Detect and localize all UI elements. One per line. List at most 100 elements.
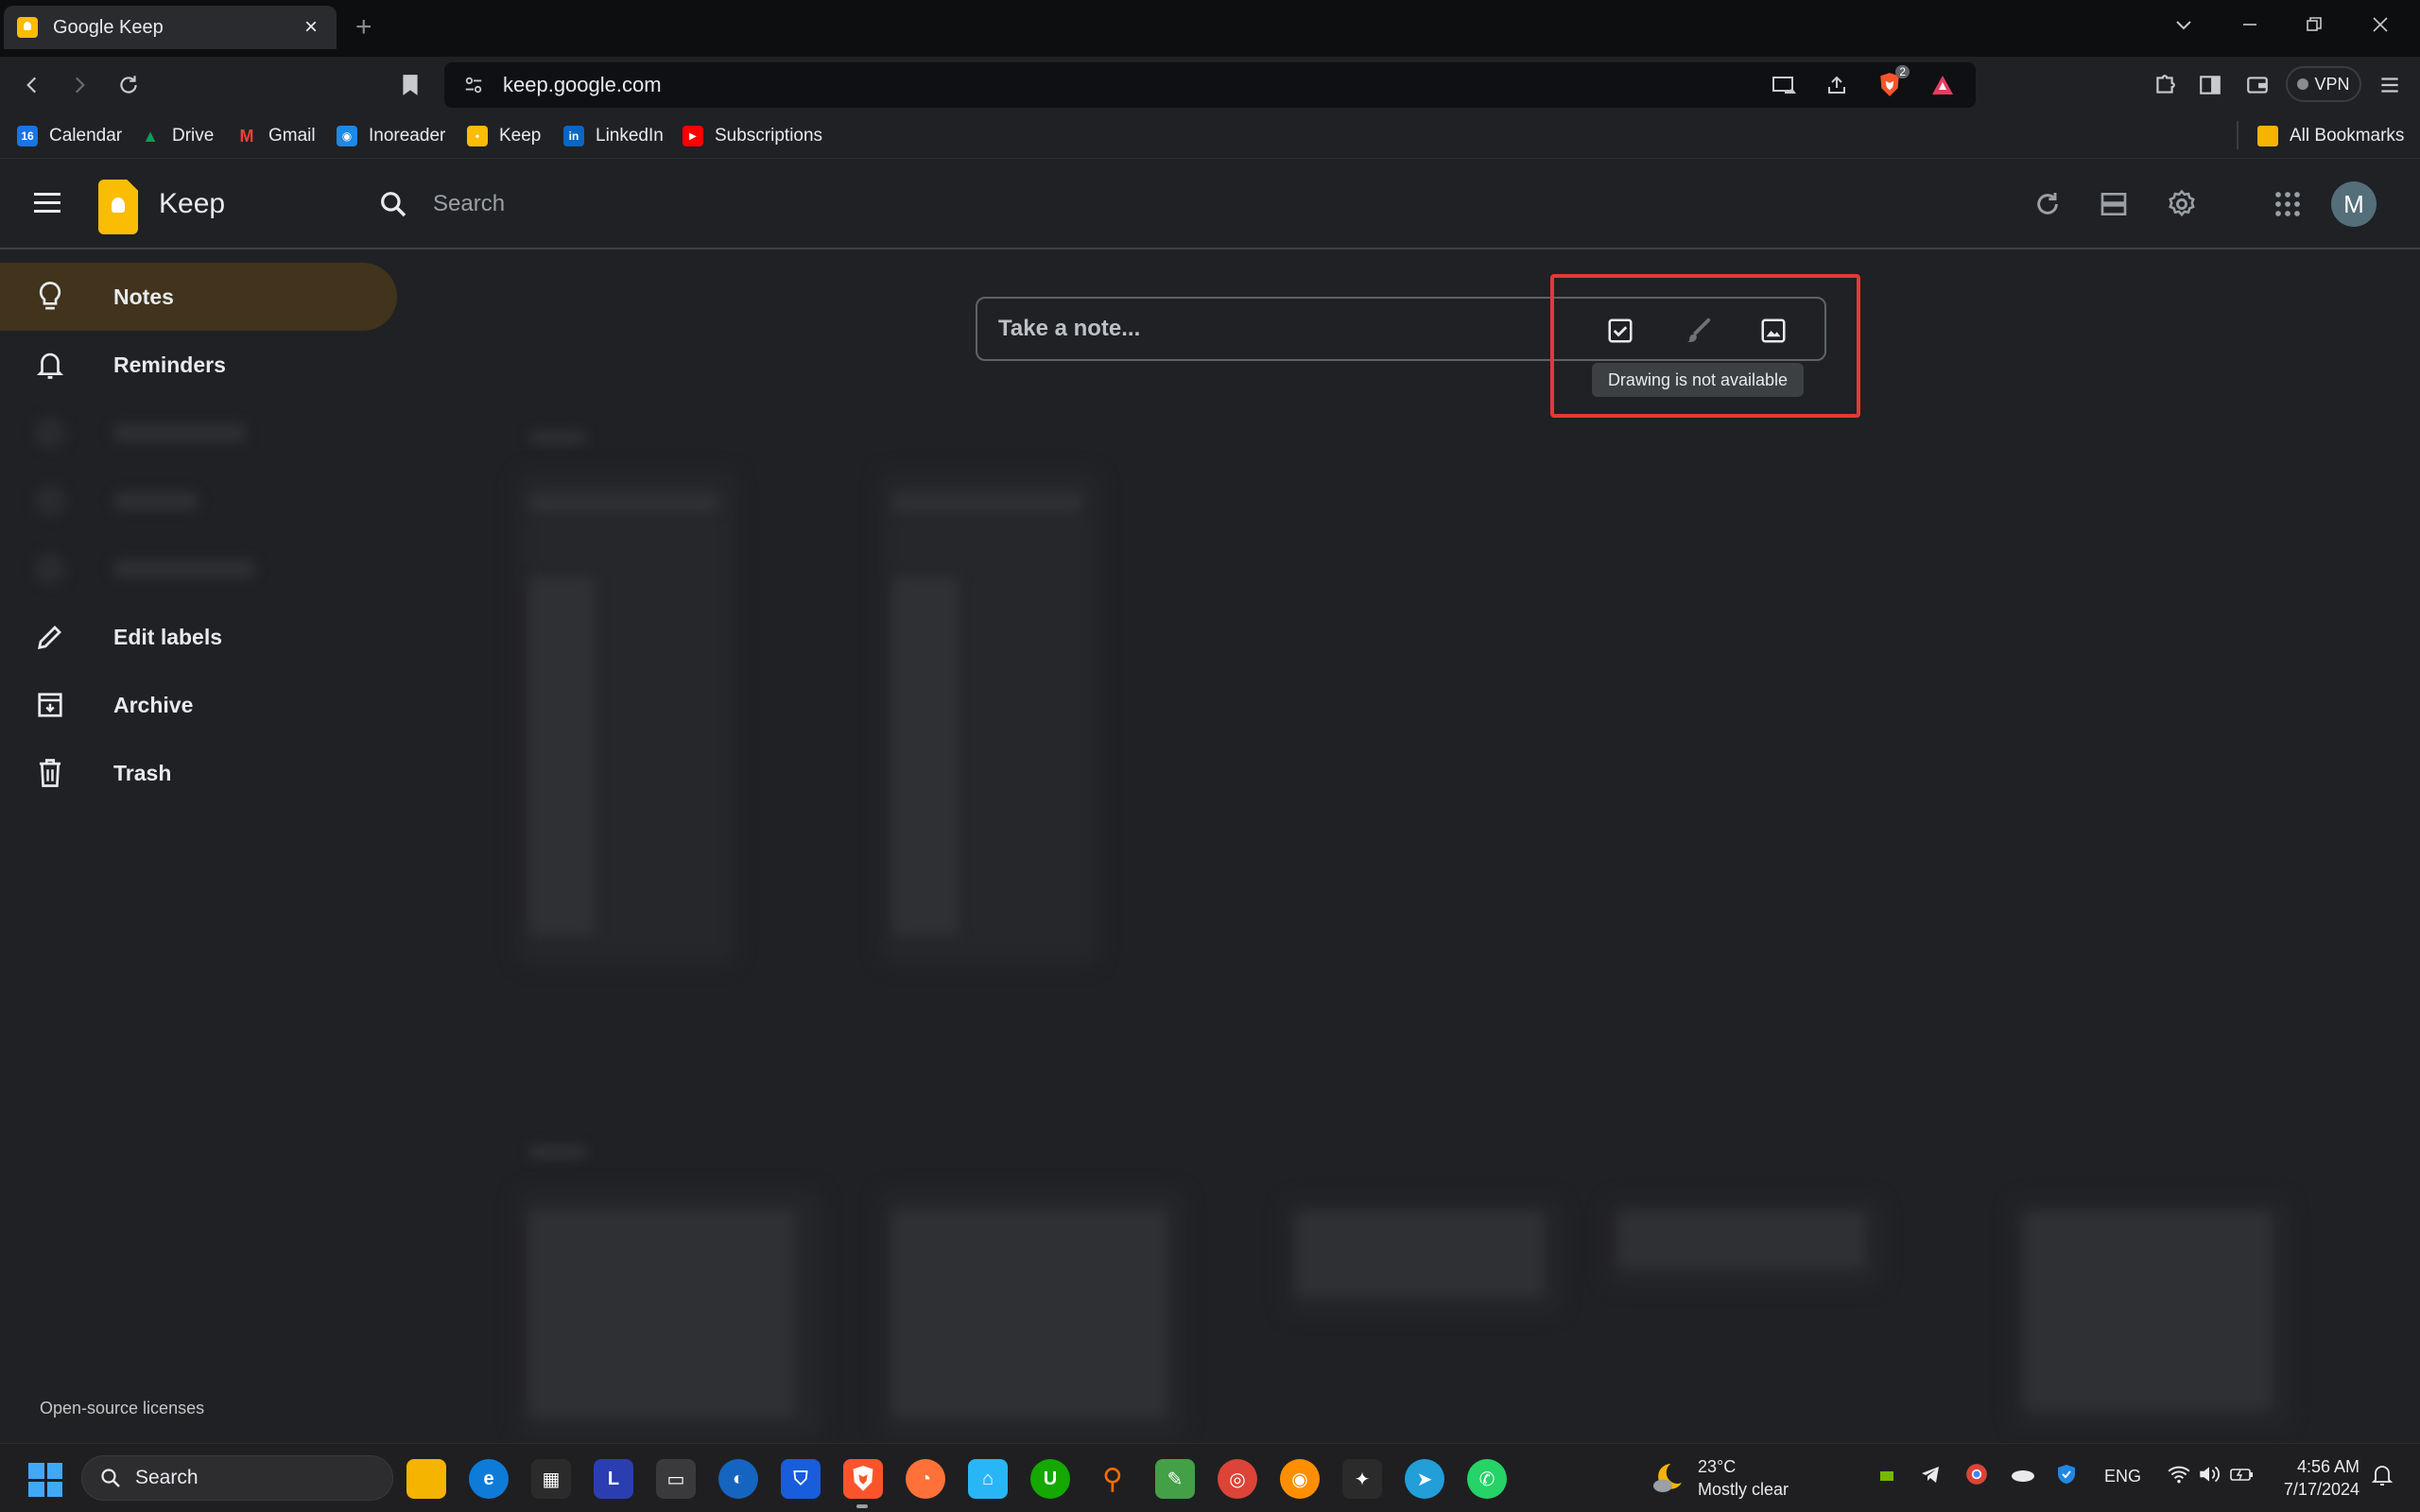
site-settings-icon[interactable] xyxy=(463,75,484,95)
taskbar-search[interactable]: Search xyxy=(81,1455,393,1501)
bookmarks-divider xyxy=(2237,121,2238,149)
browser-tab[interactable]: Google Keep × xyxy=(4,6,337,49)
onedrive-icon[interactable] xyxy=(2010,1461,2036,1487)
telegram-tray-icon[interactable] xyxy=(1919,1461,1942,1487)
vpn-button[interactable]: VPN xyxy=(2286,66,2361,102)
extensions-icon[interactable] xyxy=(2148,68,2182,102)
whatsapp-icon[interactable]: ✆ xyxy=(1467,1459,1507,1499)
brave-icon[interactable] xyxy=(843,1459,883,1499)
notifications-bell-icon[interactable] xyxy=(2371,1463,2394,1487)
search-input[interactable] xyxy=(433,187,1189,221)
ms-store-icon[interactable]: ▦ xyxy=(531,1459,571,1499)
telegram-icon[interactable]: ➤ xyxy=(1405,1459,1444,1499)
sidebar-item-label: Reminders xyxy=(113,352,226,377)
url-text[interactable]: keep.google.com xyxy=(503,73,1745,97)
windows-start-icon[interactable] xyxy=(28,1463,62,1497)
bookmark-label: Inoreader xyxy=(369,126,446,146)
forward-icon[interactable] xyxy=(62,68,96,102)
keep-icon: • xyxy=(467,126,488,146)
battery-icon[interactable] xyxy=(2229,1463,2256,1486)
weather-widget[interactable]: 23°C Mostly clear xyxy=(1649,1455,1789,1501)
google-apps-icon[interactable] xyxy=(2269,185,2307,223)
file-explorer-icon[interactable] xyxy=(406,1459,446,1499)
fox-app-icon[interactable]: ✦ xyxy=(1342,1459,1382,1499)
cast-icon[interactable] xyxy=(1770,71,1798,99)
list-view-icon[interactable] xyxy=(2095,185,2133,223)
settings-gear-icon[interactable] xyxy=(2163,185,2201,223)
bookmark-keep[interactable]: • Keep xyxy=(467,123,541,149)
sidebar-toggle-icon[interactable] xyxy=(2193,68,2227,102)
main-menu-icon[interactable] xyxy=(34,193,60,218)
app-l-icon[interactable]: L xyxy=(594,1459,633,1499)
open-source-licenses-link[interactable]: Open-source licenses xyxy=(40,1399,204,1418)
bookmark-linkedin[interactable]: in LinkedIn xyxy=(563,123,664,149)
blurred-text xyxy=(1618,1211,1864,1268)
bitwarden-icon[interactable]: ⛉ xyxy=(781,1459,821,1499)
volume-icon[interactable] xyxy=(2197,1463,2221,1486)
blue-app-icon[interactable]: ◐ xyxy=(718,1459,758,1499)
windows-taskbar: Search e ▦ L ▭ ◐ ⛉ ◔ ⌂ U ⚲ ✎ ◎ ◉ ✦ ➤ ✆ 2… xyxy=(0,1443,2420,1512)
refresh-icon[interactable] xyxy=(2029,185,2066,223)
system-clock[interactable]: 4:56 AM 7/17/2024 xyxy=(2269,1455,2360,1501)
chrome-tray-icon[interactable] xyxy=(1964,1461,1989,1487)
bookmark-calendar[interactable]: 16 Calendar xyxy=(17,123,122,149)
reload-icon[interactable] xyxy=(112,68,146,102)
sidebar-item-reminders[interactable]: Reminders xyxy=(0,331,397,399)
wifi-icon[interactable] xyxy=(2167,1463,2191,1486)
account-avatar[interactable]: M xyxy=(2331,181,2377,227)
cyan-app-icon[interactable]: ⌂ xyxy=(968,1459,1008,1499)
bookmark-subscriptions[interactable]: ▶ Subscriptions xyxy=(683,123,822,149)
label-icon xyxy=(34,553,66,585)
new-tab-button[interactable]: + xyxy=(355,13,372,42)
bookmark-icon[interactable] xyxy=(393,68,427,102)
sidebar-item-label-blurred[interactable] xyxy=(0,467,397,535)
brave-shields-icon[interactable]: 2 xyxy=(1876,65,1910,99)
bookmark-drive[interactable]: ▲ Drive xyxy=(140,123,214,149)
new-drawing-brush-icon[interactable] xyxy=(1681,314,1715,348)
app-name: Keep xyxy=(159,188,226,219)
sidebar-item-notes[interactable]: Notes xyxy=(0,263,397,331)
sidebar-item-archive[interactable]: Archive xyxy=(0,671,397,739)
blurred-text xyxy=(113,491,199,510)
sidebar-item-label-blurred[interactable] xyxy=(0,535,397,603)
laptop-app-icon[interactable]: ▭ xyxy=(656,1459,696,1499)
nvidia-tray-icon[interactable] xyxy=(1877,1463,1896,1489)
wallet-icon[interactable] xyxy=(2240,68,2274,102)
all-bookmarks-label: All Bookmarks xyxy=(2290,126,2405,146)
archive-icon xyxy=(34,689,66,721)
eye-app-icon[interactable]: ◉ xyxy=(1280,1459,1320,1499)
sidebar-item-label-blurred[interactable] xyxy=(0,399,397,467)
tab-search-chevron-icon[interactable] xyxy=(2172,13,2210,36)
bookmark-label: Drive xyxy=(172,126,215,146)
back-icon[interactable] xyxy=(15,68,49,102)
chrome-icon[interactable]: ◎ xyxy=(1218,1459,1257,1499)
blurred-text xyxy=(892,576,959,936)
search-icon[interactable] xyxy=(378,189,408,219)
share-icon[interactable] xyxy=(1823,71,1851,99)
upwork-icon[interactable]: U xyxy=(1030,1459,1070,1499)
address-bar[interactable]: keep.google.com 2 xyxy=(444,62,1976,108)
blurred-text xyxy=(529,493,718,512)
minimize-icon[interactable] xyxy=(2238,13,2276,36)
restore-icon[interactable] xyxy=(2303,13,2341,36)
browser-menu-icon[interactable] xyxy=(2373,68,2407,102)
sidebar-item-trash[interactable]: Trash xyxy=(0,739,397,807)
trash-icon xyxy=(34,757,66,789)
language-indicator[interactable]: ENG xyxy=(2104,1467,2141,1486)
firefox-icon[interactable]: ◔ xyxy=(906,1459,945,1499)
new-list-checkbox-icon[interactable] xyxy=(1603,314,1637,348)
close-window-icon[interactable] xyxy=(2369,13,2407,36)
sidebar-item-edit-labels[interactable]: Edit labels xyxy=(0,603,397,671)
search-app-icon[interactable]: ⚲ xyxy=(1093,1459,1132,1499)
taskbar-search-label: Search xyxy=(135,1467,199,1488)
calendar-icon: 16 xyxy=(17,126,38,146)
tab-close-icon[interactable]: × xyxy=(299,14,323,41)
all-bookmarks-button[interactable]: All Bookmarks xyxy=(2257,123,2404,149)
security-shield-icon[interactable] xyxy=(2055,1461,2078,1487)
new-image-icon[interactable] xyxy=(1756,314,1790,348)
bookmark-inoreader[interactable]: ◉ Inoreader xyxy=(337,123,445,149)
edge-icon[interactable]: e xyxy=(469,1459,509,1499)
brave-rewards-icon[interactable] xyxy=(1928,71,1957,99)
bookmark-gmail[interactable]: M Gmail xyxy=(236,123,316,149)
paint-app-icon[interactable]: ✎ xyxy=(1155,1459,1195,1499)
